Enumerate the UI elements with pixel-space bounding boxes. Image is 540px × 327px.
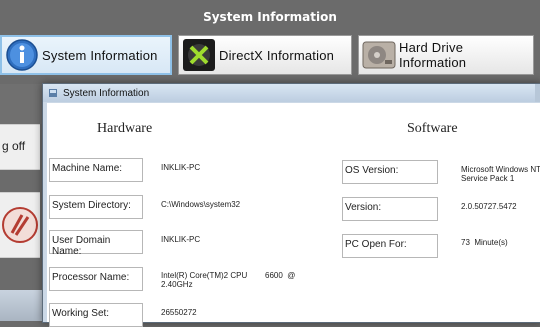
system-information-dialog: System Information Hardware Machine Name… xyxy=(42,83,540,327)
processor-name-label: Processor Name: xyxy=(49,267,143,291)
left-panel-top: g off xyxy=(0,124,40,170)
software-heading: Software xyxy=(407,121,458,136)
info-icon xyxy=(4,37,40,73)
version-value: 2.0.50727.5472 xyxy=(461,202,517,211)
system-information-label: System Information xyxy=(42,47,158,63)
dialog-client-area: Hardware Machine Name: INKLIK-PC System … xyxy=(47,103,540,327)
left-panel-mid xyxy=(0,192,40,258)
dialog-titlebar[interactable]: System Information xyxy=(43,84,540,102)
directx-information-label: DirectX Information xyxy=(219,47,335,63)
dialog-title: System Information xyxy=(63,87,150,99)
hard-drive-information-label: Hard Drive Information xyxy=(399,40,467,70)
user-domain-name-label: User Domain Name: xyxy=(49,230,143,257)
directx-information-button[interactable]: DirectX Information xyxy=(178,35,352,75)
user-domain-name-value: INKLIK-PC xyxy=(161,235,201,244)
system-information-button[interactable]: System Information xyxy=(0,35,172,75)
pc-open-for-value: 73 Minute(s) xyxy=(461,238,508,247)
version-label: Version: xyxy=(342,197,438,221)
app-title: System Information xyxy=(0,0,540,34)
hard-drive-icon xyxy=(361,37,397,73)
os-version-value: Microsoft Windows NT Service Pack 1 xyxy=(461,165,540,183)
working-set-value: 26550272 xyxy=(161,308,197,317)
left-partial-label: g off xyxy=(2,139,26,153)
bottom-strip xyxy=(0,290,42,321)
directx-icon xyxy=(181,37,217,73)
app-icon-red[interactable] xyxy=(0,205,40,245)
pc-open-for-label: PC Open For: xyxy=(342,234,438,258)
hardware-heading: Hardware xyxy=(97,121,153,136)
os-version-label: OS Version: xyxy=(342,160,438,184)
window-edge xyxy=(535,84,540,102)
processor-name-value: Intel(R) Core(TM)2 CPU 6600 @ 2.40GHz xyxy=(161,271,296,289)
machine-name-label: Machine Name: xyxy=(49,158,143,182)
system-directory-value: C:\Windows\system32 xyxy=(161,200,241,209)
window-icon xyxy=(48,88,58,98)
hard-drive-information-button[interactable]: Hard Drive Information xyxy=(358,35,534,75)
machine-name-value: INKLIK-PC xyxy=(161,163,201,172)
system-directory-label: System Directory: xyxy=(49,195,143,219)
working-set-label: Working Set: xyxy=(49,303,143,327)
